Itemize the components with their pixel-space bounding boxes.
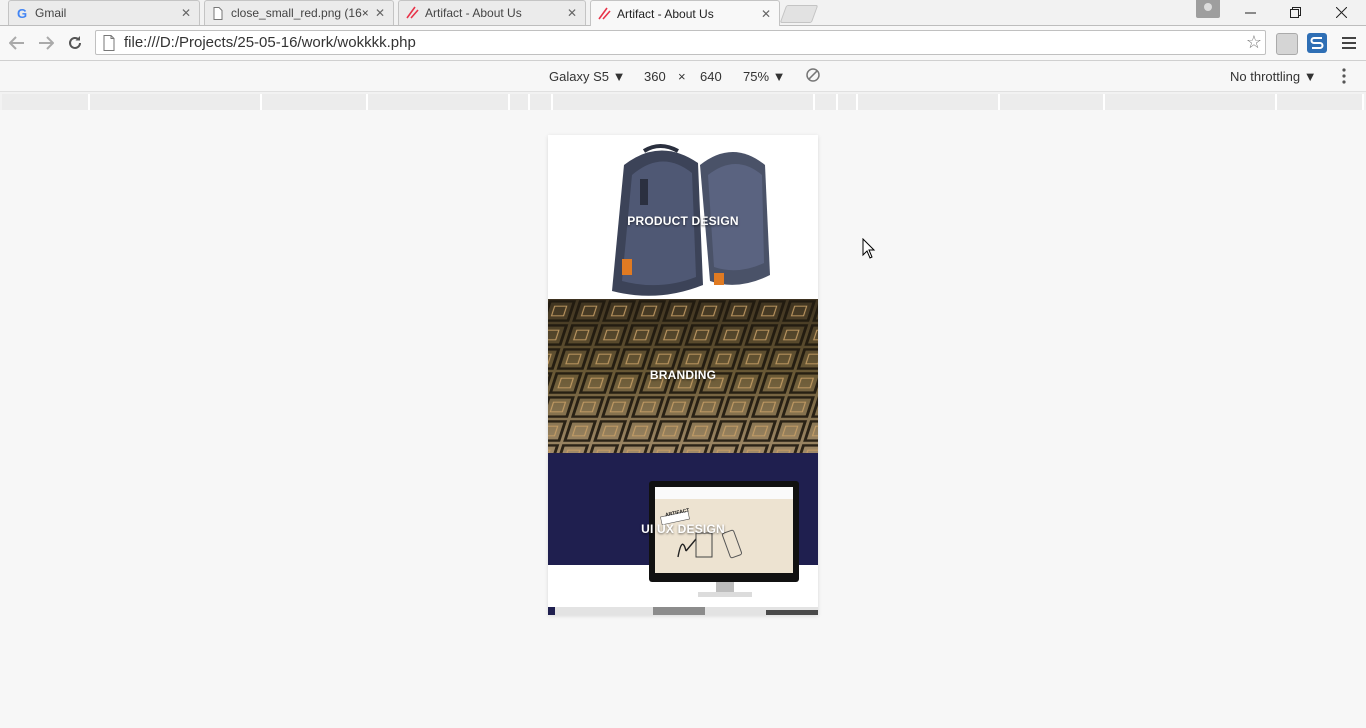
google-g-icon: G	[16, 5, 28, 21]
extension-s-icon[interactable]	[1307, 33, 1327, 53]
tile-ui-ux-design[interactable]: ARTIFACT UI UX DESIGN	[548, 453, 818, 607]
tab-strip: G Gmail ✕ close_small_red.png (16× ✕ Art…	[0, 0, 1366, 26]
dropdown-arrow-icon: ▼	[612, 69, 626, 84]
rotate-icon[interactable]	[805, 67, 821, 86]
media-query-segment[interactable]	[553, 94, 815, 110]
tab-title: close_small_red.png (16×	[231, 6, 369, 20]
image-strip	[766, 610, 818, 615]
media-query-segment[interactable]	[815, 94, 838, 110]
page-icon	[103, 34, 115, 51]
throttling-label: No throttling	[1230, 69, 1301, 84]
device-toolbar: Galaxy S5 ▼ 360 × 640 75% ▼ No throttlin…	[0, 61, 1366, 92]
media-query-segment[interactable]	[90, 94, 262, 110]
media-query-bar	[0, 92, 1366, 110]
close-icon[interactable]: ✕	[565, 6, 579, 20]
tab-artifact-about-active[interactable]: Artifact - About Us ✕	[590, 0, 780, 26]
tab-title: Artifact - About Us	[617, 6, 714, 21]
artifact-logo-icon	[597, 7, 611, 21]
zoom-select[interactable]: 75% ▼	[743, 69, 786, 84]
close-icon[interactable]: ✕	[759, 7, 773, 21]
throttling-select[interactable]: No throttling ▼	[1230, 69, 1317, 84]
back-arrow-icon[interactable]	[6, 32, 28, 54]
tab-close-small-red[interactable]: close_small_red.png (16× ✕	[204, 0, 394, 25]
tile-product-design[interactable]: PRODUCT DESIGN	[548, 135, 818, 299]
tile-branding[interactable]: BRANDING	[548, 299, 818, 453]
media-query-segment[interactable]	[530, 94, 553, 110]
dropdown-arrow-icon: ▼	[772, 69, 786, 84]
device-label: Galaxy S5	[549, 69, 609, 84]
new-tab-button[interactable]	[779, 5, 819, 23]
tab-title: Gmail	[35, 6, 67, 20]
window-close-icon[interactable]	[1318, 0, 1364, 24]
dimension-separator: ×	[678, 69, 686, 84]
artifact-logo-icon	[405, 6, 419, 20]
profile-icon[interactable]	[1196, 0, 1220, 18]
more-options-icon[interactable]	[1342, 68, 1346, 87]
brand-block	[548, 607, 555, 615]
media-query-segment[interactable]	[510, 94, 530, 110]
image-strip	[653, 607, 705, 615]
media-query-segment[interactable]	[368, 94, 510, 110]
bookmark-star-icon[interactable]: ☆	[1243, 32, 1265, 53]
browser-toolbar: ☆	[0, 26, 1366, 61]
media-query-segment[interactable]	[2, 94, 90, 110]
media-query-segment[interactable]	[1105, 94, 1277, 110]
media-query-segment[interactable]	[858, 94, 1000, 110]
media-query-segment[interactable]	[1277, 94, 1364, 110]
dropdown-arrow-icon: ▼	[1303, 69, 1317, 84]
media-query-segment[interactable]	[838, 94, 858, 110]
extension-shield-icon[interactable]	[1276, 33, 1298, 55]
forward-arrow-icon[interactable]	[35, 32, 57, 54]
media-query-segment[interactable]	[262, 94, 368, 110]
tile-label: BRANDING	[649, 368, 717, 382]
mouse-cursor-icon	[862, 238, 876, 259]
device-select[interactable]: Galaxy S5 ▼	[549, 69, 625, 84]
file-icon	[211, 6, 225, 20]
tab-title: Artifact - About Us	[425, 6, 522, 20]
tile-label: PRODUCT DESIGN	[627, 214, 739, 228]
reload-icon[interactable]	[64, 32, 86, 54]
close-icon[interactable]: ✕	[373, 6, 387, 20]
minimize-icon[interactable]	[1227, 0, 1273, 24]
tile-next-partial[interactable]	[548, 607, 818, 615]
close-icon[interactable]: ✕	[179, 6, 193, 20]
tile-label: UI UX DESIGN	[641, 522, 725, 536]
tab-gmail[interactable]: G Gmail ✕	[8, 0, 200, 25]
tab-artifact-about[interactable]: Artifact - About Us ✕	[398, 0, 586, 25]
device-viewport: PRODUCT DESIGN BRANDING ARTIFACT UI UX D…	[548, 135, 818, 615]
media-query-segment[interactable]	[1000, 94, 1105, 110]
width-field[interactable]: 360	[644, 69, 666, 84]
menu-icon[interactable]	[1338, 32, 1360, 54]
height-field[interactable]: 640	[700, 69, 722, 84]
address-bar[interactable]: ☆	[95, 30, 1266, 55]
restore-icon[interactable]	[1272, 0, 1318, 24]
address-input[interactable]	[122, 33, 1243, 52]
zoom-label: 75%	[743, 69, 770, 84]
